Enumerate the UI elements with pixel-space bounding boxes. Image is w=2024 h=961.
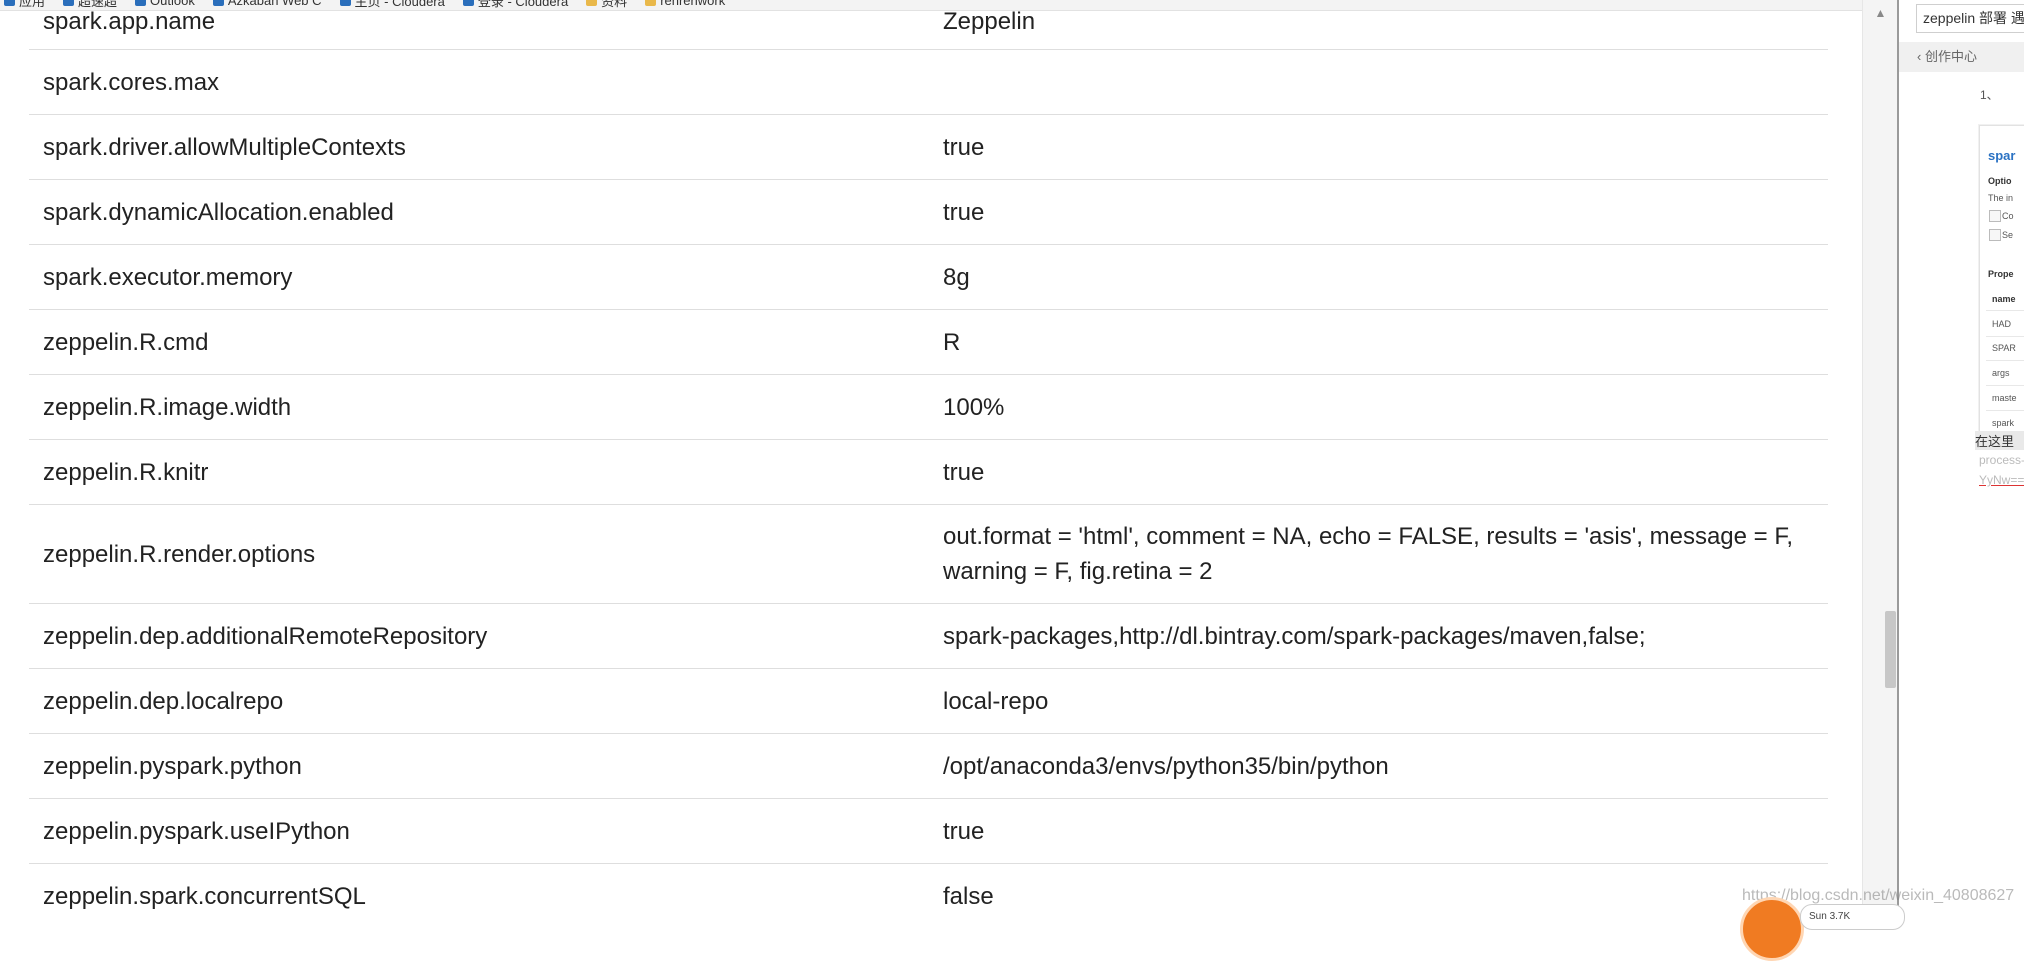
property-name: zeppelin.R.image.width bbox=[43, 393, 292, 421]
bookmark-item[interactable]: 超速超 bbox=[63, 0, 117, 10]
bookmark-label: Azkaban Web C bbox=[227, 0, 322, 8]
property-name: zeppelin.pyspark.python bbox=[43, 752, 302, 780]
property-name: zeppelin.spark.concurrentSQL bbox=[43, 882, 366, 910]
bookmark-item[interactable]: Azkaban Web C bbox=[212, 0, 322, 10]
property-name: spark.cores.max bbox=[43, 68, 220, 96]
apps-icon bbox=[4, 0, 15, 6]
property-value: false bbox=[943, 882, 994, 910]
table-row: zeppelin.R.knitr true bbox=[29, 440, 1828, 505]
table-row: spark.dynamicAllocation.enabled true bbox=[29, 180, 1828, 245]
property-name: zeppelin.dep.localrepo bbox=[43, 687, 284, 715]
bookmark-icon bbox=[63, 0, 75, 6]
chevron-left-icon: ‹ bbox=[1917, 49, 1925, 64]
thumb-options: Optio bbox=[1988, 176, 2012, 186]
thumb-item: HAD bbox=[1992, 319, 2012, 329]
thumb-divider bbox=[1986, 336, 2024, 337]
nav-label: 创作中心 bbox=[1924, 49, 1977, 64]
avatar[interactable] bbox=[1740, 897, 1804, 961]
bookmark-icon bbox=[135, 0, 147, 6]
table-row: zeppelin.R.render.options out.format = 'h… bbox=[29, 505, 1828, 604]
bookmark-icon bbox=[339, 0, 351, 6]
table-row: zeppelin.dep.additionalRemoteRepository s… bbox=[29, 604, 1828, 669]
property-name: spark.executor.memory bbox=[43, 263, 293, 291]
table-row: zeppelin.spark.concurrentSQL false bbox=[29, 864, 1828, 918]
bookmark-icon bbox=[212, 0, 224, 6]
thumb-divider bbox=[1986, 360, 2024, 361]
property-value: R bbox=[943, 328, 961, 356]
bookmark-label: 应用 bbox=[19, 0, 46, 9]
bookmark-item[interactable]: Outlook bbox=[135, 0, 195, 10]
thumb-item: SPAR bbox=[1992, 343, 2016, 353]
creation-center-link[interactable]: ‹ 创作中心 bbox=[1899, 42, 2024, 72]
property-value: local-repo bbox=[943, 687, 1049, 715]
thumb-properties: Prope bbox=[1988, 269, 2014, 279]
table-row: zeppelin.pyspark.useIPython true bbox=[29, 799, 1828, 864]
property-value: 100% bbox=[943, 393, 1005, 421]
thumb-checkbox bbox=[1989, 210, 2001, 222]
bookmark-item[interactable]: renrenwork bbox=[645, 0, 725, 10]
bookmark-label: 主页 - Cloudera bbox=[354, 0, 445, 9]
table-row: spark.driver.allowMultipleContexts true bbox=[29, 115, 1828, 180]
thumb-item: maste bbox=[1992, 393, 2017, 403]
bookmark-label: 资料 bbox=[601, 0, 628, 9]
table-row: spark.executor.memory 8g bbox=[29, 245, 1828, 310]
property-name: zeppelin.R.knitr bbox=[43, 458, 209, 486]
property-name: zeppelin.R.render.options bbox=[43, 540, 316, 568]
status-badge[interactable]: Sun 3.7K bbox=[1800, 904, 1905, 930]
property-name: spark.dynamicAllocation.enabled bbox=[43, 198, 394, 226]
table-row: zeppelin.R.cmd R bbox=[29, 310, 1828, 375]
list-number: 1、 bbox=[1980, 88, 1999, 102]
thumb-check-label: Co bbox=[2002, 211, 2014, 221]
screenshot-thumbnail: spar Optio The in Co Se Prope name HAD S… bbox=[1979, 125, 2024, 437]
editor-text: YyNw== bbox=[1979, 473, 2024, 487]
property-name: zeppelin.R.cmd bbox=[43, 328, 209, 356]
bookmark-label: renrenwork bbox=[660, 0, 726, 8]
scroll-up-arrow-icon[interactable]: ▲ bbox=[1863, 6, 1898, 34]
property-value: true bbox=[943, 458, 985, 486]
folder-icon bbox=[645, 0, 657, 6]
table-row: zeppelin.dep.localrepo local-repo bbox=[29, 669, 1828, 734]
scrollbar-thumb[interactable] bbox=[1885, 611, 1896, 688]
table-row: spark.cores.max bbox=[29, 50, 1828, 115]
bookmark-item[interactable]: 主页 - Cloudera bbox=[339, 0, 445, 10]
editor-text: 在这里 bbox=[1975, 431, 2024, 450]
property-name: zeppelin.pyspark.useIPython bbox=[43, 817, 350, 845]
table-row: zeppelin.R.image.width 100% bbox=[29, 375, 1828, 440]
property-name: spark.driver.allowMultipleContexts bbox=[43, 133, 406, 161]
interpreter-properties-panel: spark.app.name Zeppelin spark.cores.max spa… bbox=[0, 0, 1862, 918]
thumb-column: name bbox=[1992, 294, 2016, 304]
property-value: spark-packages,http://dl.bintray.com/spa… bbox=[943, 622, 1646, 650]
property-value: out.format = 'html', comment = NA, echo … bbox=[943, 523, 1794, 585]
property-value: true bbox=[943, 817, 985, 845]
bookmarks-bar: 应用 超速超 Outlook Azkaban Web C 主页 - Cloudera 登录… bbox=[0, 0, 1897, 11]
property-value: true bbox=[943, 198, 985, 226]
vertical-scrollbar[interactable]: ▲ bbox=[1862, 0, 1898, 918]
property-value: 8g bbox=[943, 263, 970, 291]
property-value: /opt/anaconda3/envs/python35/bin/python bbox=[943, 752, 1389, 780]
thumb-divider bbox=[1986, 310, 2024, 311]
bookmark-icon bbox=[462, 0, 474, 6]
thumb-title: spar bbox=[1988, 148, 2016, 163]
thumb-divider bbox=[1986, 410, 2024, 411]
bookmark-label: 登录 - Cloudera bbox=[477, 0, 569, 9]
thumb-item: args bbox=[1992, 368, 2010, 378]
side-window: zeppelin 部署 遇 ‹ 创作中心 1、 spar Optio The i… bbox=[1897, 0, 2024, 918]
table-row: zeppelin.pyspark.python/opt/anaconda3/en… bbox=[29, 734, 1828, 799]
bookmark-label: Outlook bbox=[150, 0, 195, 8]
property-name: zeppelin.dep.additionalRemoteRepository bbox=[43, 622, 488, 650]
bookmark-item[interactable]: 登录 - Cloudera bbox=[462, 0, 569, 10]
editor-text: process- bbox=[1979, 453, 2024, 467]
thumb-text: The in bbox=[1988, 193, 2014, 203]
folder-icon bbox=[586, 0, 598, 6]
search-input[interactable]: zeppelin 部署 遇 bbox=[1916, 4, 2024, 33]
bookmark-item[interactable]: 资料 bbox=[586, 0, 627, 10]
thumb-divider bbox=[1986, 385, 2024, 386]
bookmark-item[interactable]: 应用 bbox=[4, 0, 45, 10]
thumb-check-label: Se bbox=[2002, 230, 2014, 240]
thumb-item: spark bbox=[1992, 418, 2015, 428]
property-value: true bbox=[943, 133, 985, 161]
bookmark-label: 超速超 bbox=[78, 0, 118, 9]
thumb-checkbox bbox=[1989, 229, 2001, 241]
properties-table: spark.app.name Zeppelin spark.cores.max spa… bbox=[29, 0, 1828, 918]
